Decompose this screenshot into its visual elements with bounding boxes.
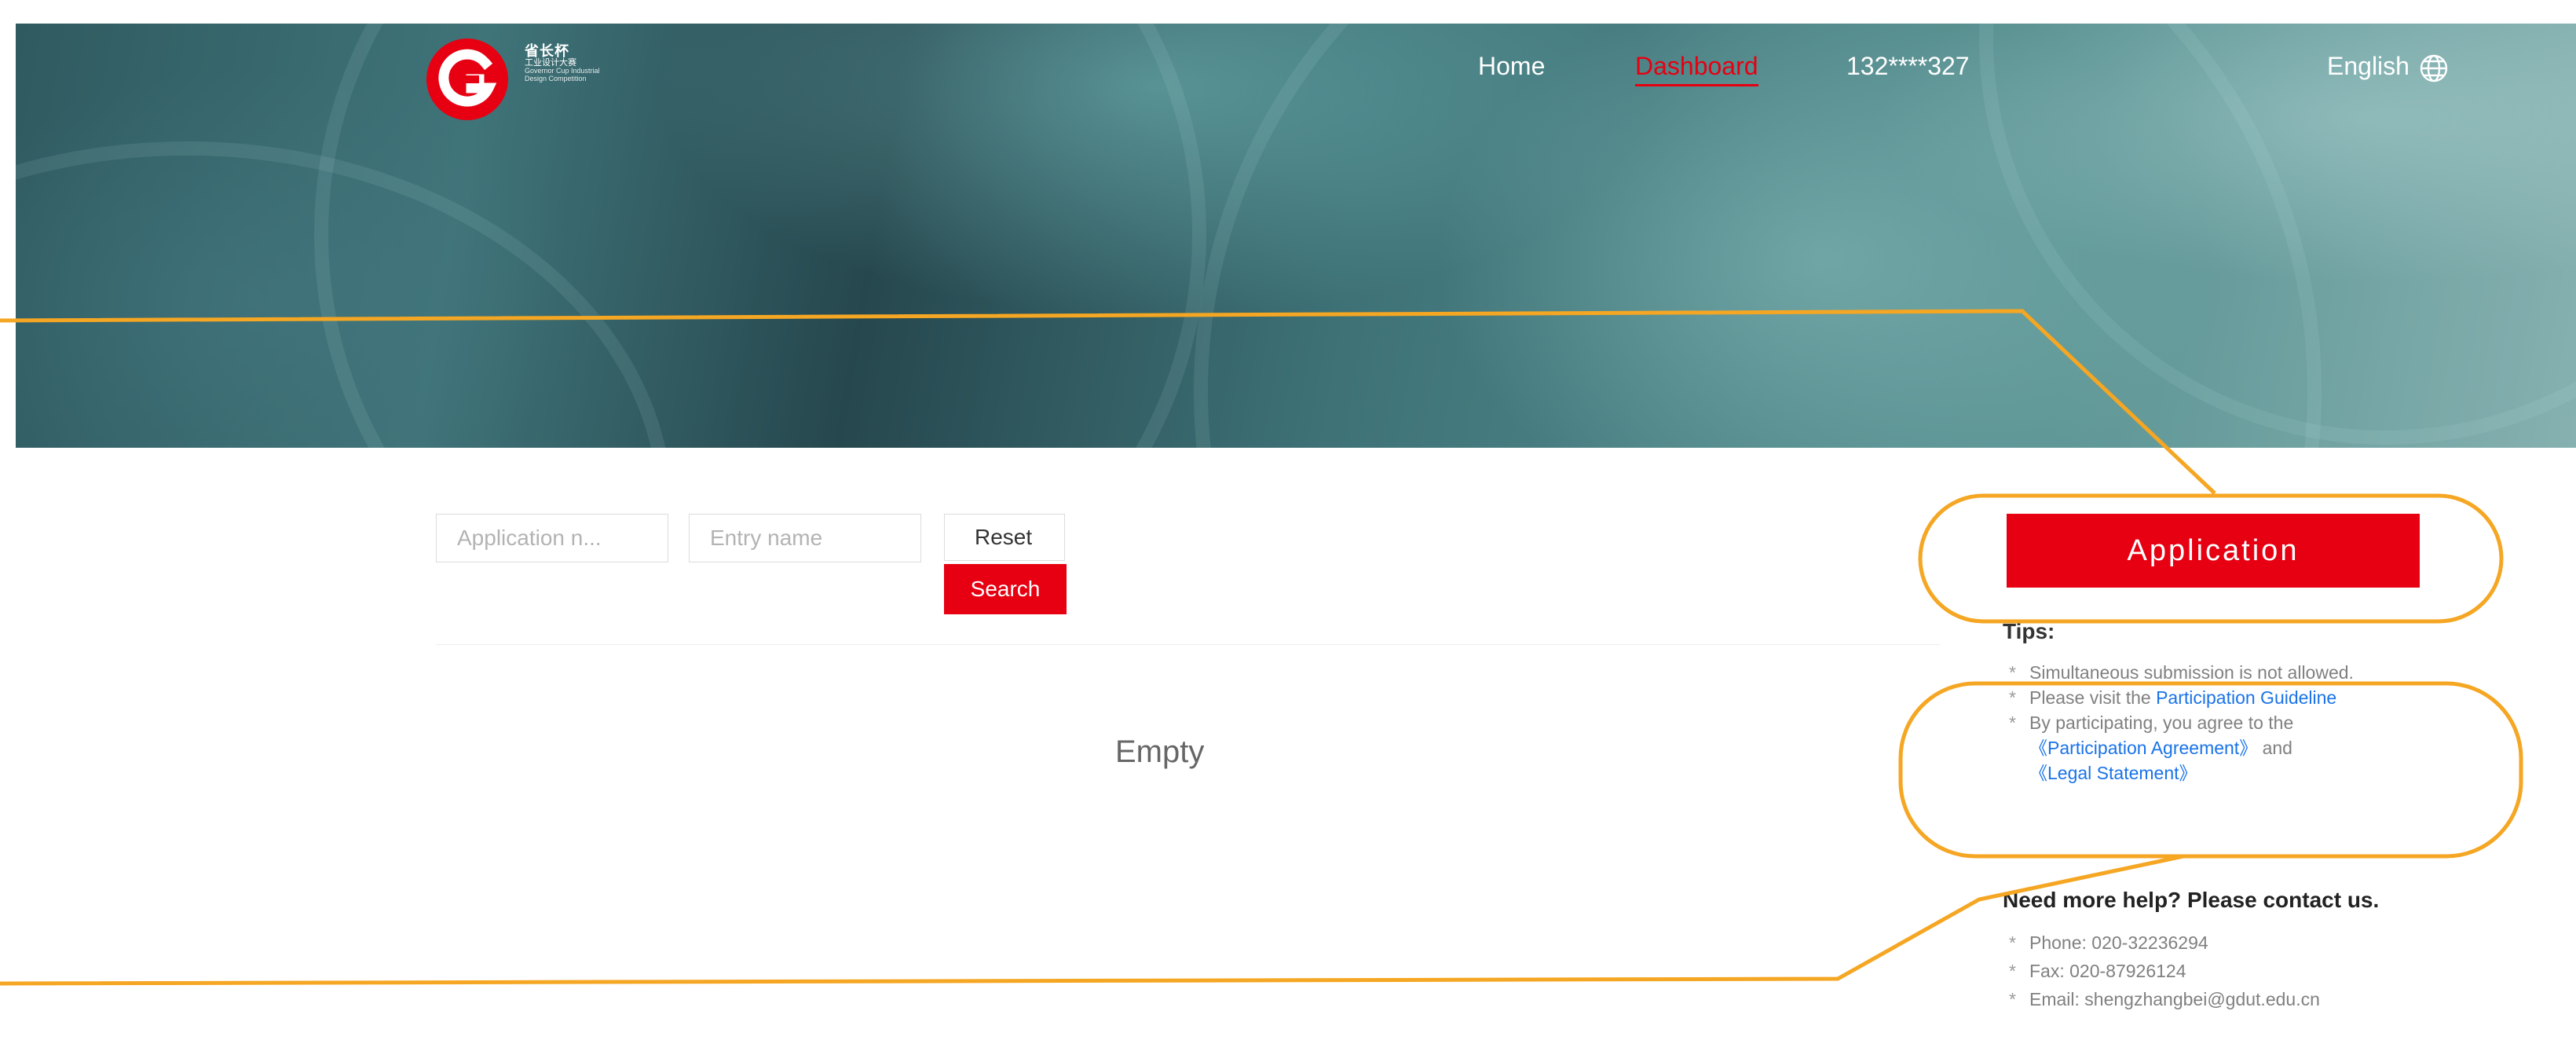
contact-list: * Phone: 020-32236294 * Fax: 020-8792612… [2009, 929, 2320, 1013]
nav-language[interactable]: English [2327, 52, 2410, 81]
contact-item: * Fax: 020-87926124 [2009, 957, 2320, 985]
nav-dashboard[interactable]: Dashboard [1635, 52, 1758, 86]
tip-text: Simultaneous submission is not allowed. [2029, 662, 2354, 683]
bullet-icon: * [2009, 662, 2016, 683]
application-number-input[interactable] [436, 514, 668, 562]
contact-phone: Phone: 020-32236294 [2029, 932, 2208, 953]
globe-icon[interactable] [2419, 53, 2449, 83]
results-divider [436, 644, 1940, 645]
bullet-icon: * [2009, 989, 2016, 1009]
reset-button[interactable]: Reset [944, 514, 1065, 561]
governor-cup-logo-icon [426, 38, 508, 120]
help-title: Need more help? Please contact us. [2003, 888, 2380, 912]
nav-user-account[interactable]: 132****327 [1846, 52, 1970, 81]
tip-item: * By participating, you agree to the 《Pa… [2009, 710, 2425, 786]
contact-item: * Phone: 020-32236294 [2009, 929, 2320, 957]
tips-list: * Simultaneous submission is not allowed… [2009, 660, 2425, 786]
tip-text: By participating, you agree to the [2029, 712, 2294, 733]
application-button[interactable]: Application [2007, 514, 2420, 588]
contact-email: Email: shengzhangbei@gdut.edu.cn [2029, 989, 2320, 1009]
logo-text: 省长杯 工业设计大赛 Governor Cup Industrial Desig… [525, 44, 611, 82]
tip-item: * Please visit the Participation Guideli… [2009, 685, 2425, 710]
legal-statement-link[interactable]: 《Legal Statement》 [2029, 763, 2197, 783]
tips-title: Tips: [2003, 619, 2055, 643]
entry-name-input[interactable] [689, 514, 921, 562]
bullet-icon: * [2009, 687, 2016, 708]
logo-title-cn: 省长杯 [525, 43, 569, 59]
logo-subtitle-en: Governor Cup Industrial Design Competiti… [525, 67, 600, 82]
annotation-line [0, 854, 2184, 986]
site-logo[interactable]: 省长杯 工业设计大赛 Governor Cup Industrial Desig… [424, 36, 660, 130]
tip-text: and [2257, 738, 2292, 758]
hero-banner [16, 24, 2576, 448]
tip-item: * Simultaneous submission is not allowed… [2009, 660, 2425, 685]
empty-state-text: Empty [1115, 734, 1205, 769]
participation-guideline-link[interactable]: Participation Guideline [2156, 687, 2336, 708]
nav-home[interactable]: Home [1478, 52, 1545, 81]
bullet-icon: * [2009, 712, 2016, 733]
participation-agreement-link[interactable]: 《Participation Agreement》 [2029, 738, 2257, 758]
contact-fax: Fax: 020-87926124 [2029, 961, 2186, 981]
bullet-icon: * [2009, 932, 2016, 953]
tip-text: Please visit the [2029, 687, 2157, 708]
bullet-icon: * [2009, 961, 2016, 981]
search-button[interactable]: Search [944, 564, 1067, 614]
contact-item: * Email: shengzhangbei@gdut.edu.cn [2009, 985, 2320, 1013]
